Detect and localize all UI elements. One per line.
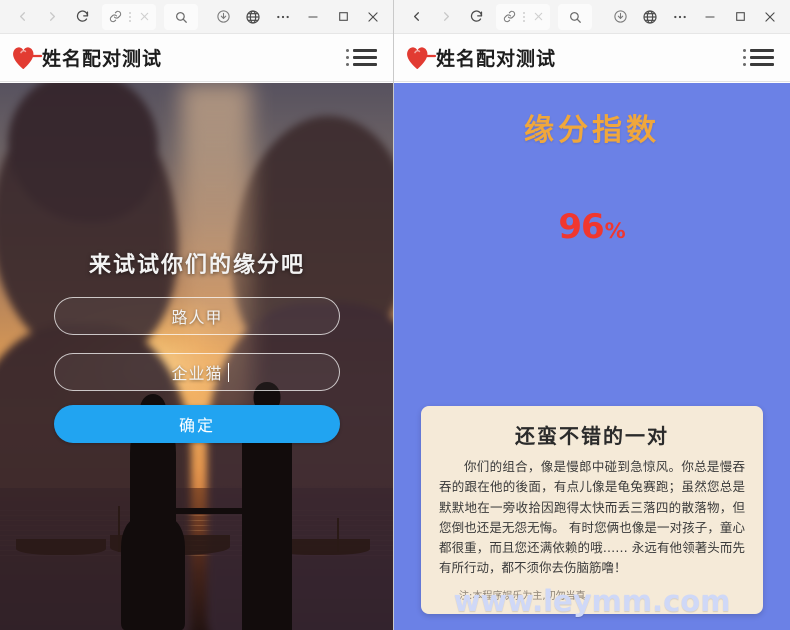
more-ellipsis-icon[interactable] — [666, 4, 694, 30]
background-photo: 来试试你们的缘分吧 路人甲 企业猫 确定 — [0, 83, 393, 630]
form-heading: 来试试你们的缘分吧 — [88, 253, 305, 278]
download-icon[interactable] — [606, 4, 634, 30]
left-browser-window: 姓名配对测试 来试试你们的缘分吧 路人甲 企业猫 确定 — [0, 0, 394, 630]
result-page: 缘分指数 96% 还蛮不错的一对 你们的组合，像是慢郎中碰到急惊风。你总是慢吞吞… — [394, 83, 790, 630]
link-icon[interactable] — [498, 4, 520, 30]
close-small-icon[interactable] — [528, 4, 548, 30]
result-card-title: 还蛮不错的一对 — [515, 424, 669, 448]
app-title: 姓名配对测试 — [436, 48, 557, 70]
globe-icon[interactable] — [636, 4, 664, 30]
app-title: 姓名配对测试 — [42, 48, 163, 70]
link-icon[interactable] — [104, 4, 126, 30]
score-number: 96 — [558, 207, 604, 247]
nav-button-group — [394, 3, 592, 30]
site-watermark: www.leymm.com — [453, 584, 731, 618]
left-browser-toolbar — [0, 0, 393, 34]
maximize-icon[interactable] — [726, 4, 754, 30]
heart-logo-icon — [404, 43, 438, 73]
minimize-icon[interactable] — [696, 4, 724, 30]
right-app-header: 姓名配对测试 — [394, 34, 790, 82]
drag-dots-icon — [520, 11, 528, 22]
search-icon[interactable] — [164, 3, 198, 30]
nav-button-group — [0, 3, 198, 30]
globe-icon[interactable] — [239, 4, 267, 30]
window-control-group — [606, 4, 790, 30]
name-two-value: 企业猫 — [171, 364, 223, 383]
window-control-group — [209, 4, 393, 30]
maximize-icon[interactable] — [329, 4, 357, 30]
submit-button[interactable]: 确定 — [54, 405, 340, 443]
back-arrow-icon[interactable] — [402, 4, 430, 30]
download-icon[interactable] — [209, 4, 237, 30]
reload-icon[interactable] — [68, 4, 96, 30]
name-one-value: 路人甲 — [171, 308, 223, 327]
list-menu-icon[interactable] — [743, 49, 774, 66]
close-small-icon[interactable] — [134, 4, 154, 30]
link-pill[interactable] — [496, 3, 550, 30]
name-one-input[interactable]: 路人甲 — [54, 297, 340, 335]
text-caret — [228, 362, 229, 382]
search-icon[interactable] — [558, 3, 592, 30]
drag-dots-icon — [126, 11, 134, 22]
dual-window-screen: 姓名配对测试 来试试你们的缘分吧 路人甲 企业猫 确定 姓名配对测试 缘分指数 … — [0, 0, 790, 630]
reload-icon[interactable] — [462, 4, 490, 30]
result-card: 还蛮不错的一对 你们的组合，像是慢郎中碰到急惊风。你总是慢吞吞的跟在他的後面，有… — [421, 406, 763, 614]
matching-form: 来试试你们的缘分吧 路人甲 企业猫 确定 — [0, 83, 393, 443]
back-arrow-icon[interactable] — [8, 4, 36, 30]
right-browser-window: 姓名配对测试 缘分指数 96% 还蛮不错的一对 你们的组合，像是慢郎中碰到急惊风… — [394, 0, 790, 630]
list-menu-icon[interactable] — [346, 49, 377, 66]
name-two-input[interactable]: 企业猫 — [54, 353, 340, 391]
heart-logo-icon — [10, 43, 44, 73]
result-card-body: 你们的组合，像是慢郎中碰到急惊风。你总是慢吞吞的跟在他的後面，有点儿像是龟兔赛跑… — [439, 459, 745, 576]
forward-arrow-icon[interactable] — [432, 4, 460, 30]
result-page-title: 缘分指数 — [524, 113, 660, 148]
left-app-header: 姓名配对测试 — [0, 34, 393, 82]
close-icon[interactable] — [359, 4, 387, 30]
minimize-icon[interactable] — [299, 4, 327, 30]
forward-arrow-icon[interactable] — [38, 4, 66, 30]
compatibility-score: 96% — [394, 207, 790, 247]
score-percent-sign: % — [604, 219, 626, 243]
more-ellipsis-icon[interactable] — [269, 4, 297, 30]
close-icon[interactable] — [756, 4, 784, 30]
right-browser-toolbar — [394, 0, 790, 34]
link-pill[interactable] — [102, 3, 156, 30]
